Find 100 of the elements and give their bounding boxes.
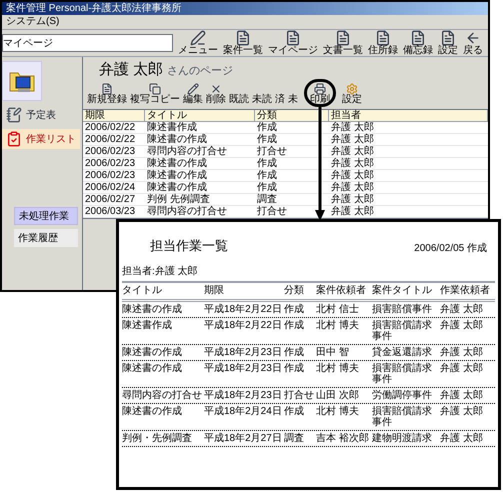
column-header: タイトル <box>145 110 255 121</box>
report-cell-text: 損害賠償請求事件 <box>372 406 433 428</box>
table-cell-text: 弁護 太郎 <box>330 206 375 217</box>
table-cell-text: 弁護 太郎 <box>330 182 375 193</box>
table-cell-text: 陳述書の作成 <box>146 182 208 193</box>
report-cell-text: 陳述書の作成 <box>122 346 183 358</box>
page-heading-suffix: さんのページ <box>167 66 234 77</box>
report-cell-text: 作成 <box>284 406 305 418</box>
table-cell-text: 2006/02/22 <box>84 122 136 133</box>
report-column-header: 案件タイトル <box>372 284 433 296</box>
document-icon <box>375 30 391 46</box>
table-cell-text: 陳述書の作成 <box>146 134 208 145</box>
delete-icon <box>210 83 222 95</box>
report-cell-text: 陳述書の作成 <box>122 406 183 418</box>
address-field[interactable]: マイページ <box>2 34 173 52</box>
table-cell-text: 作成 <box>256 134 278 145</box>
report-cell-text: 損害賠償請求事件 <box>372 320 433 342</box>
report-date: 2006/02/05 作成 <box>414 242 487 256</box>
table-cell-text: 弁護 太郎 <box>330 170 375 181</box>
table-cell-text: 2006/03/23 <box>84 206 136 217</box>
pen-icon <box>190 30 206 46</box>
toolbar-button[interactable]: 住所録 <box>367 30 399 56</box>
table-row[interactable]: 2006/02/24 陳述書の作成 作成 弁護 太郎 <box>83 182 488 194</box>
action-button[interactable]: 既読 <box>229 83 249 105</box>
report-cell-text: 作成 <box>284 320 305 332</box>
report-cell-text: 調査 <box>284 432 305 444</box>
table-cell-text: 打合せ <box>256 146 288 157</box>
report-cell-text: 貸金返還請求 <box>372 346 433 358</box>
table-cell-text: 打合せ <box>256 206 288 217</box>
report-cell-text: 尋問内容の打合せ <box>122 390 203 400</box>
back-arrow-icon <box>465 30 481 46</box>
table-row[interactable]: 2006/02/22 陳述書作成 作成 弁護 太郎 <box>83 122 488 134</box>
report-cell-text: 北村 博夫 <box>316 362 360 376</box>
action-button[interactable]: 編集 <box>183 83 203 105</box>
table-cell-text: 陳述書の作成 <box>146 170 208 181</box>
filter-item[interactable]: 未処理作業 <box>14 207 78 225</box>
filter-item[interactable]: 作業履歴 <box>14 229 78 247</box>
table-cell-text: 作成 <box>256 182 278 193</box>
action-button[interactable]: 新規登録 <box>87 83 127 105</box>
toolbar-button[interactable]: 案件一覧 <box>222 30 264 56</box>
user-name: 弁護 太郎 <box>99 62 164 77</box>
toolbar-button[interactable]: 戻る <box>462 30 484 56</box>
table-cell-text: 2006/02/27 <box>84 194 136 205</box>
table-row[interactable]: 2006/02/22 陳述書の作成 作成 弁護 太郎 <box>83 134 488 146</box>
report-cell-text: 労働調停事件 <box>372 390 433 400</box>
report-cell-text: 平成18年2月22日 <box>204 320 283 332</box>
report-cell-text: 陳述書の作成 <box>122 304 183 314</box>
window-title: 案件管理 Personal-弁護太郎法律事務所 <box>6 4 182 14</box>
sidebar-item[interactable]: 予定表 <box>2 105 80 125</box>
report-cell-text: 損害賠償事件 <box>372 304 433 314</box>
menu-item[interactable]: システム(S) <box>6 17 60 27</box>
report-cell-text: 弁護 太郎 <box>440 362 484 376</box>
action-button[interactable]: 未読 <box>252 83 272 105</box>
report-column-header: 分類 <box>284 284 305 296</box>
toolbar-button[interactable]: メニュー <box>177 30 219 56</box>
toolbar-button[interactable]: 文書一覧 <box>322 30 364 56</box>
table-cell-text: 弁護 太郎 <box>330 122 375 133</box>
document-icon <box>335 30 351 46</box>
sidebar-item[interactable]: 作業リスト <box>2 129 80 149</box>
report-cell-text: 弁護 太郎 <box>440 432 484 444</box>
toolbar-button[interactable]: 設定 <box>437 30 459 56</box>
document-icon <box>410 30 426 46</box>
report-cell-text: 陳述書の作成 <box>122 362 183 376</box>
pencil-icon <box>187 83 199 95</box>
report-cell-text: 弁護 太郎 <box>440 304 484 314</box>
table-row[interactable]: 2006/02/23 尋問内容の打合せ 打合せ 弁護 太郎 <box>83 146 488 158</box>
action-button[interactable]: 済 <box>275 83 285 105</box>
table-row[interactable]: 2006/02/27 判例 先例調査 調査 弁護 太郎 <box>83 194 488 206</box>
action-button[interactable]: 削除 <box>206 83 226 105</box>
column-header: 分類 <box>255 110 329 121</box>
action-button[interactable]: 設定 <box>342 83 362 105</box>
table-row[interactable]: 2006/02/23 陳述書の作成 作成 弁護 太郎 <box>83 170 488 182</box>
toolbar-button[interactable]: 備忘録 <box>402 30 434 56</box>
table-cell-text: 2006/02/23 <box>84 170 136 181</box>
report-cell-text: 弁護 太郎 <box>440 320 484 332</box>
report-cell-text: 田中 智 <box>316 346 350 358</box>
printer-icon <box>314 83 326 95</box>
checklist-icon <box>6 131 22 147</box>
table-cell-text: 弁護 太郎 <box>330 146 375 157</box>
report-cell-text: 吉本 裕次郎 <box>316 432 370 444</box>
table-row[interactable]: 2006/02/23 陳述書の作成 作成 弁護 太郎 <box>83 158 488 170</box>
table-cell-text: 陳述書作成 <box>146 122 198 133</box>
report-column-header: タイトル <box>122 284 163 296</box>
document-icon <box>235 30 251 46</box>
report-cell-text: 北村 博夫 <box>316 406 360 418</box>
settings-icon <box>346 83 358 95</box>
column-header: 期限 <box>83 110 145 121</box>
table-row[interactable]: 2006/03/23 尋問内容の打合せ 打合せ 弁護 太郎 <box>83 206 488 218</box>
table-cell-text: 作成 <box>256 122 278 133</box>
assignee-label: 担当者:弁護 太郎 <box>122 264 199 278</box>
report-cell-text: 弁護 太郎 <box>440 346 484 358</box>
table-cell-text: 尋問内容の打合せ <box>146 206 228 217</box>
table-cell-text: 2006/02/23 <box>84 158 136 169</box>
action-button[interactable]: 未 <box>288 83 298 105</box>
toolbar-button[interactable]: マイページ <box>267 30 319 56</box>
notepad-icon <box>6 107 22 123</box>
report-column-header: 期限 <box>204 284 225 296</box>
report-cell-text: 平成18年2月24日 <box>204 406 283 418</box>
action-button[interactable]: 複写コピー <box>130 83 180 105</box>
report-cell-text: 平成18年2月23日 <box>204 346 283 358</box>
